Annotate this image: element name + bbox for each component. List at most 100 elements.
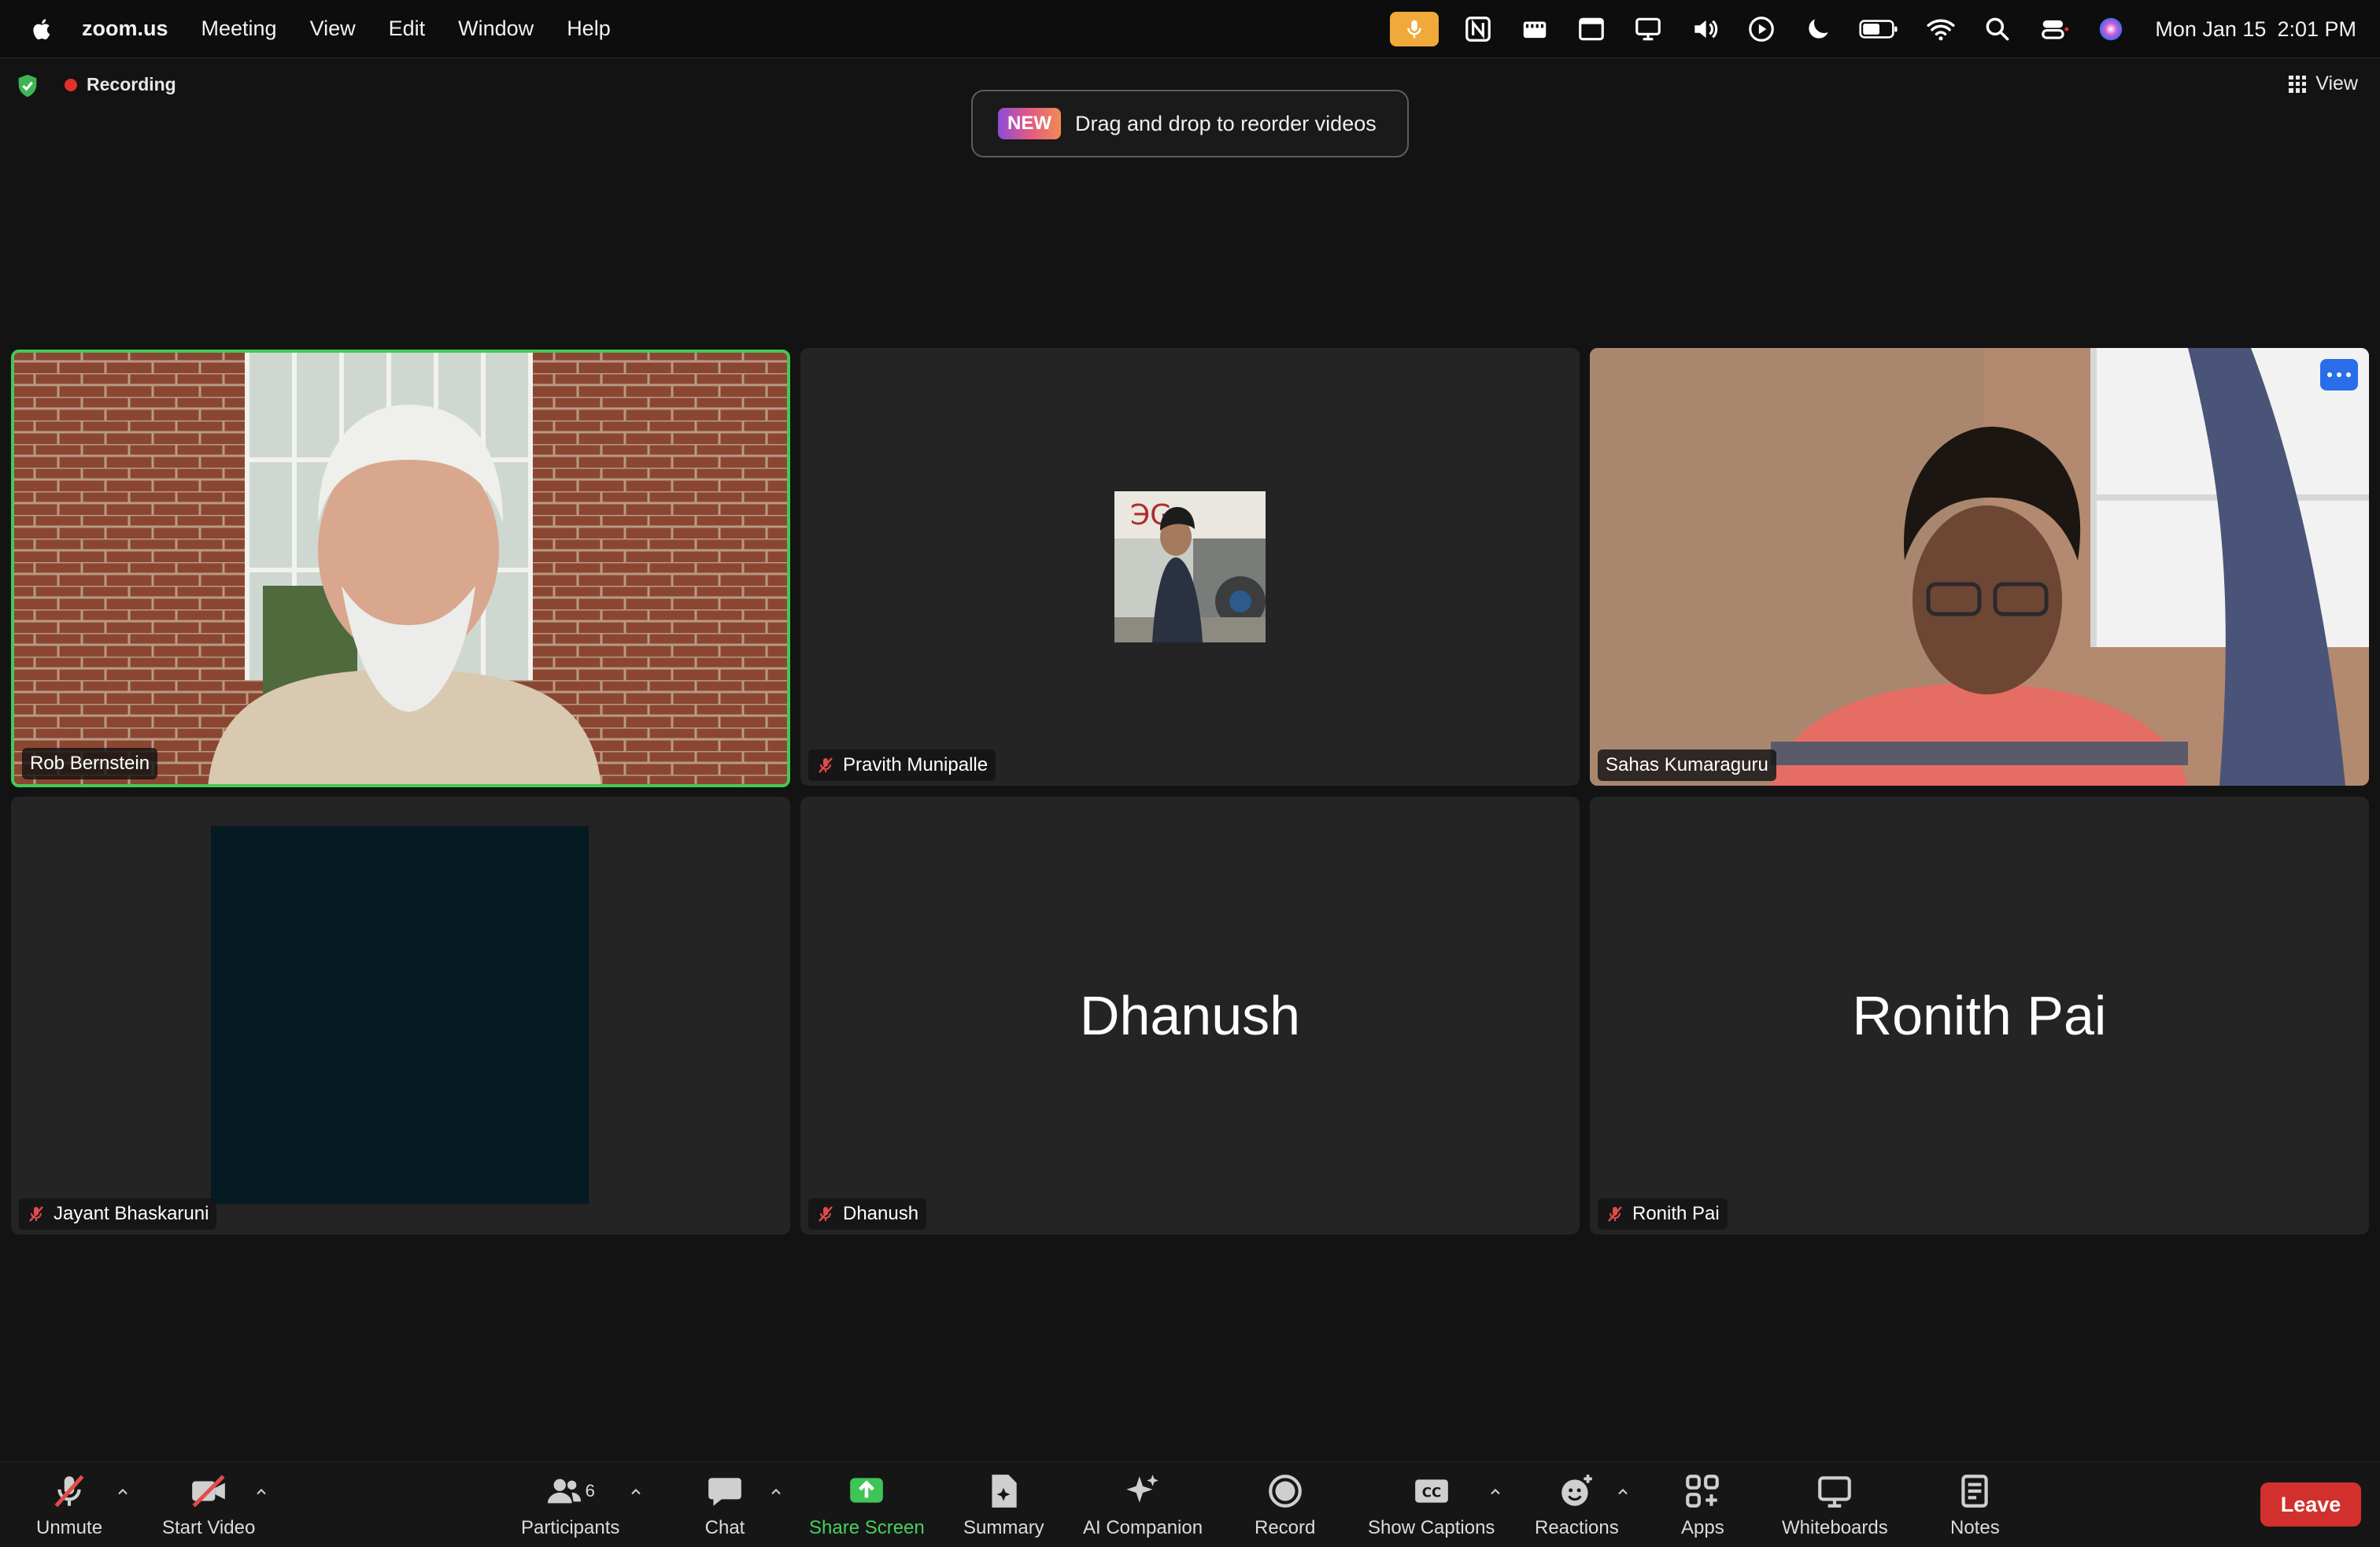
participant-name: Ronith Pai	[1632, 1203, 1720, 1224]
menu-edit[interactable]: Edit	[389, 17, 426, 41]
participant-video-feed	[1590, 348, 2369, 786]
summary-button[interactable]: Summary	[963, 1471, 1044, 1539]
participant-name: Rob Bernstein	[30, 753, 150, 774]
spotlight-search-icon[interactable]	[1980, 12, 2015, 46]
video-tile-pravith-munipalle[interactable]: ЭG₂ Pravith Munipalle	[800, 348, 1580, 786]
participants-label: Participants	[521, 1517, 620, 1538]
recording-dot-icon	[65, 78, 77, 91]
menu-app-zoom[interactable]: zoom.us	[82, 17, 168, 41]
whiteboards-button[interactable]: Whiteboards	[1782, 1471, 1888, 1539]
video-options-chevron-icon[interactable]	[253, 1484, 269, 1500]
participants-options-chevron-icon[interactable]	[628, 1484, 644, 1500]
more-options-button[interactable]	[2320, 359, 2358, 390]
show-captions-button[interactable]: CC Show Captions	[1368, 1471, 1495, 1539]
menu-bar-status-area: Mon Jan 15 2:01 PM	[1368, 0, 2356, 58]
participant-name-label: Ronith Pai	[1598, 1198, 1728, 1230]
apps-button[interactable]: Apps	[1681, 1471, 1724, 1539]
video-tile-dhanush[interactable]: Dhanush Dhanush	[800, 797, 1580, 1234]
share-screen-icon	[845, 1471, 888, 1511]
volume-icon[interactable]	[1687, 12, 1722, 46]
wifi-icon[interactable]	[1924, 12, 1958, 46]
record-button[interactable]: Record	[1255, 1471, 1315, 1539]
notes-button[interactable]: Notes	[1950, 1471, 2000, 1539]
notes-label: Notes	[1950, 1517, 2000, 1538]
participant-video-feed	[14, 353, 787, 784]
closed-captions-icon: CC	[1410, 1471, 1453, 1511]
summary-document-icon	[982, 1471, 1025, 1511]
summary-label: Summary	[963, 1517, 1044, 1538]
leave-button[interactable]: Leave	[2260, 1482, 2361, 1527]
video-off-icon	[187, 1471, 230, 1511]
participant-display-name: Ronith Pai	[1852, 985, 2107, 1046]
muted-mic-icon	[48, 1471, 91, 1511]
start-video-label: Start Video	[162, 1517, 256, 1538]
participant-name: Dhanush	[843, 1203, 919, 1224]
start-video-button[interactable]: Start Video	[162, 1471, 255, 1539]
chat-button[interactable]: Chat	[704, 1471, 746, 1539]
view-button-label: View	[2315, 72, 2358, 94]
recording-label: Recording	[87, 74, 176, 94]
menu-bar-clock[interactable]: Mon Jan 15 2:01 PM	[2155, 17, 2356, 42]
moon-icon[interactable]	[1801, 12, 1835, 46]
participants-count: 6	[585, 1481, 595, 1501]
chat-label: Chat	[704, 1517, 745, 1538]
menu-window[interactable]: Window	[458, 17, 534, 41]
menu-meeting[interactable]: Meeting	[201, 17, 277, 41]
participant-video-feed	[211, 826, 589, 1204]
share-screen-button[interactable]: Share Screen	[809, 1471, 925, 1539]
grid-view-icon	[2289, 75, 2307, 93]
participant-name: Pravith Munipalle	[843, 754, 989, 775]
muted-mic-icon	[1608, 1206, 1622, 1222]
ai-companion-button[interactable]: AI Companion	[1083, 1471, 1203, 1539]
svg-text:CC: CC	[1421, 1485, 1440, 1500]
menu-bar: zoom.us Meeting View Edit Window Help Mo…	[0, 0, 2380, 58]
captions-options-chevron-icon[interactable]	[1488, 1484, 1503, 1500]
notion-icon[interactable]	[1461, 12, 1495, 46]
battery-icon[interactable]	[1857, 12, 1901, 46]
view-button[interactable]: View	[2289, 72, 2358, 95]
ai-sparkle-icon	[1122, 1471, 1164, 1511]
muted-mic-icon	[29, 1206, 43, 1222]
reactions-button[interactable]: Reactions	[1535, 1471, 1619, 1539]
new-badge: NEW	[998, 108, 1061, 139]
muted-mic-icon	[819, 757, 833, 773]
clock-date: Mon Jan 15	[2155, 17, 2267, 41]
recording-indicator[interactable]: Recording	[65, 74, 176, 95]
audio-options-chevron-icon[interactable]	[115, 1484, 131, 1500]
reaction-smiley-icon	[1555, 1471, 1598, 1511]
play-circle-icon[interactable]	[1744, 12, 1779, 46]
clapperboard-icon[interactable]	[1517, 12, 1552, 46]
toast-text: Drag and drop to reorder videos	[1075, 111, 1377, 135]
apps-icon	[1681, 1471, 1724, 1511]
participant-name-label: Dhanush	[808, 1198, 927, 1230]
record-icon	[1264, 1471, 1306, 1511]
participant-display-name: Dhanush	[1079, 985, 1301, 1046]
ai-companion-label: AI Companion	[1083, 1517, 1203, 1538]
share-screen-label: Share Screen	[809, 1517, 925, 1538]
video-tile-ronith-pai[interactable]: Ronith Pai Ronith Pai	[1590, 797, 2369, 1234]
encryption-shield-icon[interactable]	[14, 72, 41, 99]
unmute-button[interactable]: Unmute	[36, 1471, 102, 1539]
participants-button[interactable]: 6 Participants	[521, 1471, 619, 1539]
apple-logo-icon[interactable]	[27, 13, 58, 45]
participant-name-label: Rob Bernstein	[22, 748, 158, 779]
window-icon[interactable]	[1574, 12, 1609, 46]
apps-label: Apps	[1681, 1517, 1724, 1538]
record-label: Record	[1255, 1517, 1316, 1538]
menu-view[interactable]: View	[310, 17, 356, 41]
microphone-in-use-icon[interactable]	[1390, 12, 1439, 46]
menu-help[interactable]: Help	[567, 17, 611, 41]
control-center-icon[interactable]	[2037, 12, 2071, 46]
participant-name-label: Sahas Kumaraguru	[1598, 749, 1776, 781]
participant-name-label: Jayant Bhaskaruni	[19, 1198, 217, 1230]
muted-mic-icon	[819, 1206, 833, 1222]
video-tile-jayant-bhaskaruni[interactable]: Jayant Bhaskaruni	[11, 797, 790, 1234]
reactions-options-chevron-icon[interactable]	[1615, 1484, 1631, 1500]
chat-bubble-icon	[704, 1471, 746, 1511]
video-tile-rob-bernstein[interactable]: Rob Bernstein	[11, 350, 790, 787]
unmute-label: Unmute	[36, 1517, 103, 1538]
display-icon[interactable]	[1631, 12, 1665, 46]
chat-options-chevron-icon[interactable]	[768, 1484, 784, 1500]
video-tile-sahas-kumaraguru[interactable]: Sahas Kumaraguru	[1590, 348, 2369, 786]
siri-icon[interactable]	[2094, 12, 2128, 46]
